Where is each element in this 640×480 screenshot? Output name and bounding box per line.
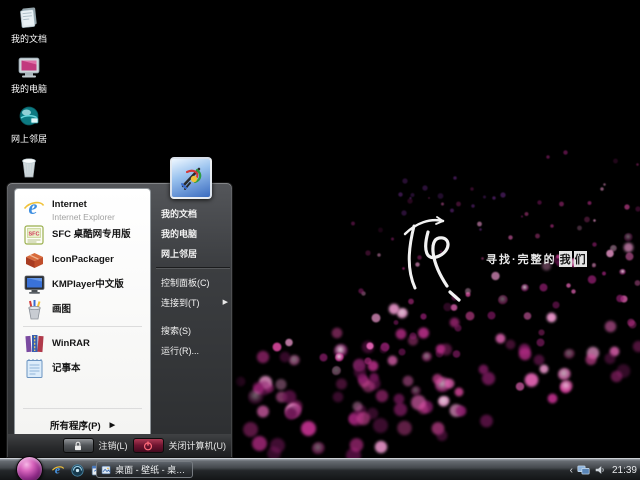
- all-programs-label: 所有程序(P): [49, 421, 101, 432]
- chevron-right-icon: ▶: [222, 299, 228, 306]
- tagline-boxed-char-2: 们: [573, 251, 587, 267]
- start-menu-item-network-places[interactable]: 网上邻居: [154, 243, 232, 263]
- iconpackager-icon: [22, 248, 46, 272]
- winrar-icon: [22, 332, 46, 356]
- desktop-icon-label: 我的电脑: [10, 84, 47, 94]
- item-label: 网上邻居: [161, 248, 198, 259]
- desktop-icon-network-places[interactable]: 网上邻居: [0, 103, 58, 145]
- internet-explorer-quicklaunch-icon[interactable]: e: [50, 463, 65, 478]
- start-menu-left-panel: e Internet Internet Explorer SFC SFC 桌酷网…: [14, 188, 151, 438]
- start-menu-item-paint[interactable]: 画图: [15, 297, 150, 322]
- start-menu-item-notepad[interactable]: 记事本: [15, 356, 150, 381]
- item-title: 记事本: [52, 363, 81, 374]
- network-places-icon: [15, 103, 43, 131]
- start-menu-item-run[interactable]: 运行(R)...: [154, 340, 232, 360]
- item-subtitle: Internet Explorer: [52, 211, 115, 222]
- item-title: WinRAR: [52, 338, 90, 349]
- start-menu-item-internet[interactable]: e Internet Internet Explorer: [15, 193, 150, 222]
- item-title: Internet: [52, 198, 87, 210]
- start-menu-divider: [156, 267, 230, 268]
- item-title: KMPlayer中文版: [52, 279, 124, 290]
- my-documents-icon: [15, 3, 43, 31]
- item-label: 连接到(T): [161, 297, 200, 308]
- svg-text:e: e: [29, 197, 38, 219]
- tagline-text: 寻找·完整的: [486, 254, 557, 266]
- start-menu: e Internet Internet Explorer SFC SFC 桌酷网…: [6, 157, 233, 458]
- taskbar-window-label: 桌面 - 壁纸 - 桌酷壁...: [115, 465, 188, 475]
- start-menu-item-kmplayer[interactable]: KMPlayer中文版: [15, 272, 150, 297]
- paint-icon: [22, 298, 46, 322]
- start-menu-item-my-documents[interactable]: 我的文档: [154, 203, 232, 223]
- item-label: 运行(R)...: [161, 345, 199, 356]
- start-menu-item-search[interactable]: 搜索(S): [154, 320, 232, 340]
- my-computer-icon: [15, 53, 43, 81]
- svg-text:e: e: [54, 464, 59, 477]
- system-tray: ‹ 21:39: [570, 459, 637, 480]
- media-player-quicklaunch-icon[interactable]: [70, 463, 85, 478]
- desktop-icon-my-computer[interactable]: 我的电脑: [0, 53, 58, 95]
- taskbar-window-button[interactable]: 桌面 - 壁纸 - 桌酷壁...: [96, 461, 193, 478]
- sfc-app-icon: SFC: [22, 223, 46, 247]
- log-off-button[interactable]: [62, 438, 94, 453]
- start-menu-gap: [154, 312, 232, 320]
- lock-icon: [75, 441, 81, 450]
- start-menu-right-panel: 我的文档 我的电脑 网上邻居 控制面板(C) 连接到(T) ▶ 搜索(S) 运行…: [154, 203, 232, 360]
- start-menu-item-my-computer[interactable]: 我的电脑: [154, 223, 232, 243]
- user-avatar[interactable]: [170, 157, 212, 199]
- internet-explorer-icon: e: [22, 196, 46, 220]
- svg-text:SFC: SFC: [29, 231, 40, 237]
- start-menu-spacer: [15, 381, 150, 404]
- kmplayer-icon: [22, 273, 46, 297]
- picture-window-icon: [101, 465, 111, 474]
- item-title: IconPackager: [52, 254, 114, 265]
- desktop-icon-my-documents[interactable]: 我的文档: [0, 3, 58, 45]
- turn-off-computer-button[interactable]: [132, 438, 164, 453]
- item-label: 我的电脑: [161, 228, 198, 239]
- tray-collapse-chevron[interactable]: ‹: [570, 465, 573, 476]
- item-title: 画图: [52, 304, 72, 315]
- start-menu-divider: [23, 326, 142, 327]
- start-menu-item-sfc[interactable]: SFC SFC 桌酷网专用版: [15, 222, 150, 247]
- volume-tray-icon[interactable]: [594, 464, 606, 476]
- start-button[interactable]: [16, 456, 43, 480]
- item-label: 控制面板(C): [161, 277, 210, 288]
- start-menu-divider: [23, 408, 142, 409]
- start-menu-item-winrar[interactable]: WinRAR: [15, 331, 150, 356]
- log-off-label[interactable]: 注销(L): [99, 439, 128, 452]
- desktop-icon-label: 我的文档: [10, 34, 47, 44]
- desktop: 寻找·完整的我们 我的文档 我的电脑 网上邻居 e Internet Inter…: [0, 0, 640, 480]
- item-title: SFC 桌酷网专用版: [52, 229, 131, 240]
- notepad-icon: [22, 357, 46, 381]
- recycle-bin-icon: [15, 153, 43, 181]
- chevron-right-icon: ▶: [109, 422, 116, 429]
- start-menu-item-control-panel[interactable]: 控制面板(C): [154, 272, 232, 292]
- start-menu-bottom-bar: 注销(L) 关闭计算机(U): [8, 434, 231, 457]
- start-menu-item-connect-to[interactable]: 连接到(T) ▶: [154, 292, 232, 312]
- power-icon: [143, 441, 153, 450]
- network-tray-icon[interactable]: [577, 464, 590, 476]
- desktop-icon-label: 网上邻居: [10, 134, 47, 144]
- item-label: 我的文档: [161, 208, 198, 219]
- tagline-boxed-char-1: 我: [558, 251, 572, 267]
- wallpaper-tagline: 寻找·完整的我们: [486, 251, 587, 267]
- taskbar: e »: [0, 456, 640, 480]
- user-avatar-art: [181, 167, 202, 190]
- start-menu-item-iconpackager[interactable]: IconPackager: [15, 247, 150, 272]
- taskbar-clock: 21:39: [611, 464, 637, 476]
- calligraphy-glyph: [403, 216, 461, 302]
- item-label: 搜索(S): [161, 325, 191, 336]
- turn-off-computer-label[interactable]: 关闭计算机(U): [169, 439, 227, 452]
